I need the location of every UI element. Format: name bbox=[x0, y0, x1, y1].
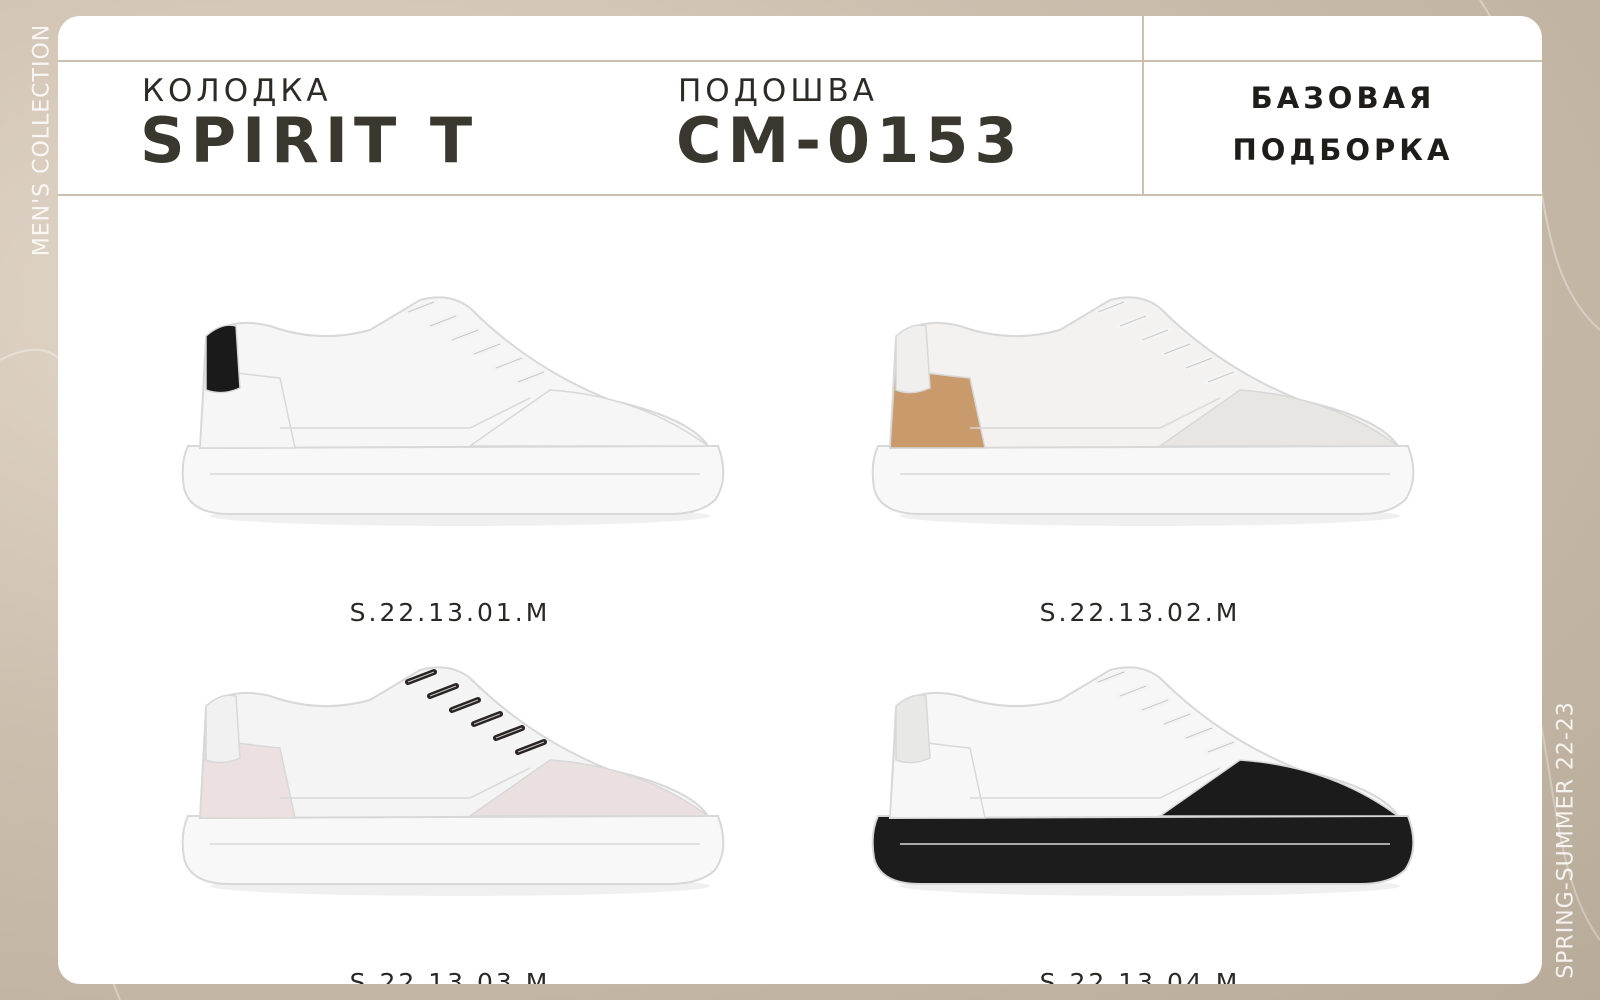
product-card-3[interactable]: S.22.13.03.M bbox=[170, 648, 730, 984]
product-code: S.22.13.04.M bbox=[1039, 968, 1241, 984]
last-value: SPIRIT T bbox=[140, 104, 479, 177]
sole-label: ПОДОШВА bbox=[678, 73, 878, 109]
sneaker-image bbox=[871, 666, 1415, 896]
heel-tab bbox=[895, 324, 931, 394]
season-side-label: SPRING-SUMMER 22-23 bbox=[1553, 701, 1579, 979]
product-card-1[interactable]: S.22.13.01.M bbox=[170, 278, 730, 638]
header-divider-bottom bbox=[58, 194, 1542, 196]
shoe-sole bbox=[871, 445, 1415, 515]
sneaker-image bbox=[181, 296, 725, 526]
product-card-2[interactable]: S.22.13.02.M bbox=[860, 278, 1420, 638]
sole-value: CM-0153 bbox=[676, 104, 1024, 177]
product-code: S.22.13.01.M bbox=[349, 598, 551, 627]
catalog-card: КОЛОДКА SPIRIT T ПОДОШВА CM-0153 БАЗОВАЯ… bbox=[58, 16, 1542, 984]
shoe-sole bbox=[871, 815, 1415, 885]
product-code: S.22.13.02.M bbox=[1039, 598, 1241, 627]
sneaker-image bbox=[871, 296, 1415, 526]
shoe-sole bbox=[181, 445, 725, 515]
collection-side-label: MEN'S COLLECTION bbox=[29, 23, 55, 257]
sneaker-image bbox=[181, 666, 725, 896]
heel-tab bbox=[205, 324, 241, 394]
heel-tab bbox=[895, 694, 931, 764]
shoe-sole bbox=[181, 815, 725, 885]
last-label: КОЛОДКА bbox=[142, 73, 332, 109]
collection-tag-line2: ПОДБОРКА bbox=[1232, 133, 1454, 167]
product-code: S.22.13.03.M bbox=[349, 968, 551, 984]
collection-tag-line1: БАЗОВАЯ bbox=[1250, 81, 1436, 115]
product-card-4[interactable]: S.22.13.04.M bbox=[860, 648, 1420, 984]
heel-tab bbox=[205, 694, 241, 764]
header-divider-top bbox=[58, 60, 1542, 62]
